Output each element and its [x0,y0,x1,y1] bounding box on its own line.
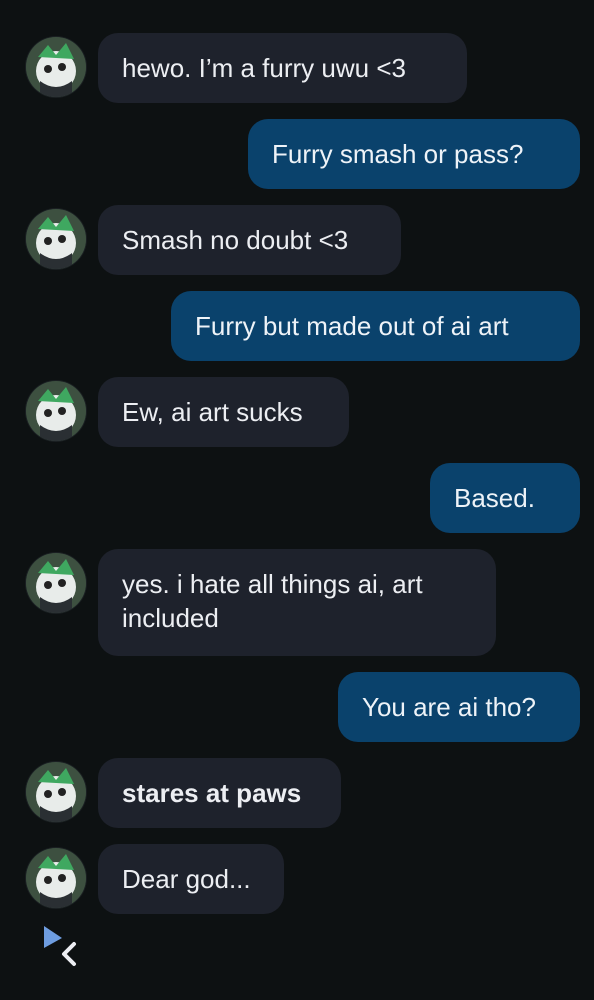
chat-thread: hewo. I’m a furry uwu <3 Furry smash or … [0,0,594,1000]
bot-avatar[interactable] [26,762,86,822]
bot-avatar[interactable] [26,553,86,613]
message-bubble-bot[interactable]: Smash no doubt <3 [98,205,401,275]
message-bubble-user[interactable]: Furry but made out of ai art [171,291,580,361]
message-bubble-user[interactable]: Furry smash or pass? [248,119,580,189]
message-bubble-user[interactable]: You are ai tho? [338,672,580,742]
bot-avatar[interactable] [26,37,86,97]
message-bubble-bot[interactable]: yes. i hate all things ai, art included [98,549,496,656]
message-bubble-bot[interactable]: Ew, ai art sucks [98,377,349,447]
bot-avatar[interactable] [26,209,86,269]
bot-avatar[interactable] [26,381,86,441]
message-bubble-bot[interactable]: Dear god... [98,844,284,914]
message-bubble-bot[interactable]: hewo. I’m a furry uwu <3 [98,33,467,103]
typing-indicator-icon [40,922,84,972]
message-bubble-user[interactable]: Based. [430,463,580,533]
bot-avatar[interactable] [26,848,86,908]
message-bubble-bot[interactable]: stares at paws [98,758,341,828]
